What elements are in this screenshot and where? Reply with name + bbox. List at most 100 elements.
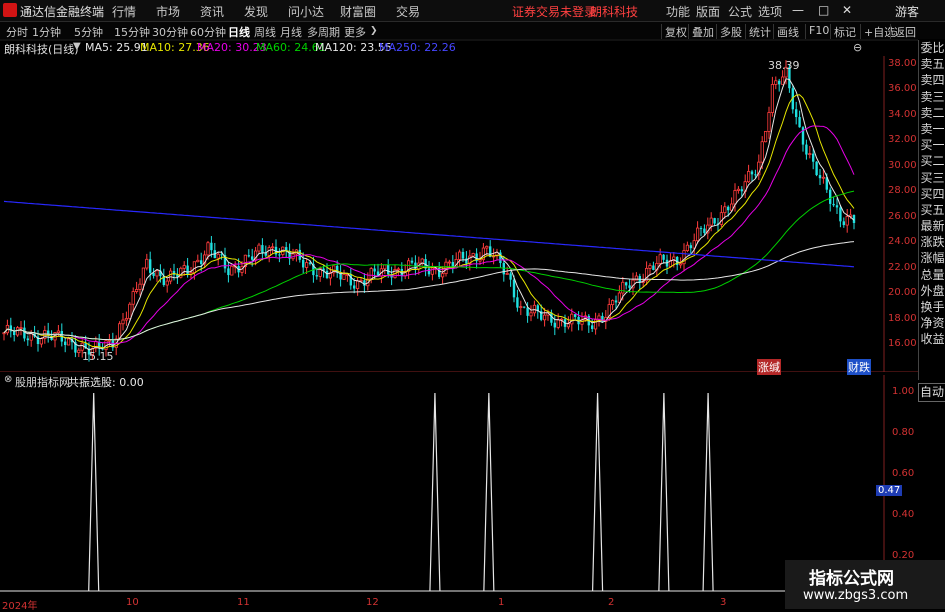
candle-body (447, 261, 452, 264)
price-tick: 24.00 (888, 236, 917, 247)
side-label[interactable]: 涨幅 (919, 250, 945, 266)
price-tick: 26.00 (888, 211, 917, 222)
side-label[interactable]: 外盘 (919, 283, 945, 299)
candle-body (387, 264, 390, 275)
candle-body (703, 228, 706, 233)
candle-body (764, 131, 768, 143)
candle-body (230, 265, 234, 276)
candle-body (696, 227, 700, 242)
candle-body (304, 262, 309, 268)
candle-body (461, 252, 465, 259)
auto-button[interactable]: 自动 (918, 383, 945, 402)
side-label[interactable]: 买一 (919, 137, 945, 153)
side-label[interactable]: 卖三 (919, 89, 945, 105)
ma120-line (3, 241, 855, 341)
candle-body (200, 260, 203, 265)
candle-body (124, 318, 128, 321)
candle-body (369, 268, 373, 280)
price-tick: 16.00 (888, 338, 917, 349)
candle-body (760, 141, 764, 163)
price-tick: 36.00 (888, 83, 917, 94)
ma10-line (3, 94, 855, 349)
candle-body (270, 246, 275, 249)
side-label[interactable]: 收益 (919, 331, 945, 347)
side-label[interactable]: 卖二 (919, 105, 945, 121)
ma5-line (3, 78, 855, 351)
side-label[interactable]: 卖五 (919, 56, 945, 72)
side-label[interactable]: 买四 (919, 186, 945, 202)
indicator-chart[interactable] (0, 375, 918, 597)
candle-body (342, 274, 346, 280)
candle-body (795, 109, 798, 118)
side-label[interactable]: 净资 (919, 315, 945, 331)
candle-body (192, 261, 196, 274)
candle-body (679, 263, 683, 266)
side-label[interactable]: 卖一 (919, 121, 945, 137)
candle-body (121, 319, 125, 325)
candle-body (278, 254, 281, 256)
side-label[interactable]: 买三 (919, 170, 945, 186)
indicator-tick: 0.80 (892, 427, 915, 438)
ma250-line (3, 200, 855, 268)
candle-body (210, 242, 213, 251)
candle-body (591, 325, 594, 329)
candle-body (798, 117, 801, 128)
side-label[interactable]: 委比 (919, 40, 945, 56)
signal-spike (591, 392, 604, 592)
price-tick: 38.00 (888, 58, 917, 69)
candle-body (410, 260, 414, 263)
event-tag-right[interactable]: 财跌 (847, 359, 871, 375)
candle-body (570, 313, 574, 325)
candle-body (168, 270, 173, 282)
candle-body (227, 268, 230, 276)
candle-body (39, 338, 44, 345)
candle-body (396, 268, 401, 271)
candle-body (740, 189, 743, 192)
candle-body (353, 285, 356, 289)
candle-body (440, 273, 445, 278)
side-label[interactable]: 涨跌 (919, 234, 945, 250)
candle-body (727, 206, 730, 211)
side-label[interactable]: 买二 (919, 153, 945, 169)
side-label[interactable]: 买五 (919, 202, 945, 218)
candle-body (325, 270, 329, 278)
side-label[interactable]: 卖四 (919, 72, 945, 88)
candle-body (709, 217, 713, 226)
event-tag-left[interactable]: 涨缄 (757, 359, 781, 375)
side-label[interactable]: 最新 (919, 218, 945, 234)
candle-body (553, 322, 556, 328)
signal-spike (429, 392, 441, 592)
candle-body (723, 206, 727, 214)
candle-body (574, 314, 577, 317)
candle-body (186, 265, 189, 274)
candle-body (770, 84, 775, 113)
date-tick: 2 (608, 597, 615, 608)
price-tick: 28.00 (888, 185, 917, 196)
quote-side-panel: 委比 卖五 卖四 卖三 卖二 卖一 买一 买二 买三 买四 买五 最新 涨跌 涨… (918, 40, 945, 380)
candle-body (719, 212, 724, 225)
candle-body (145, 258, 149, 269)
candle-body (699, 228, 703, 230)
candle-body (206, 242, 210, 256)
price-chart[interactable] (0, 0, 918, 372)
candle-body (505, 273, 509, 275)
side-label[interactable]: 换手 (919, 299, 945, 315)
candle-body (26, 338, 29, 341)
candle-body (767, 112, 771, 132)
price-tick: 18.00 (888, 313, 917, 324)
candle-body (713, 218, 716, 224)
ma20-line (3, 125, 855, 345)
watermark-url: www.zbgs3.com (803, 588, 909, 603)
side-label[interactable]: 总量 (919, 267, 945, 283)
candle-body (812, 153, 815, 162)
candle-body (543, 314, 547, 321)
candle-body (818, 175, 822, 179)
candle-body (134, 289, 139, 292)
candle-body (658, 254, 662, 264)
signal-spike (88, 392, 100, 592)
candle-body (512, 279, 516, 298)
candle-body (56, 330, 61, 334)
candle-body (485, 245, 489, 249)
candle-body (141, 267, 145, 285)
candle-body (2, 332, 6, 335)
